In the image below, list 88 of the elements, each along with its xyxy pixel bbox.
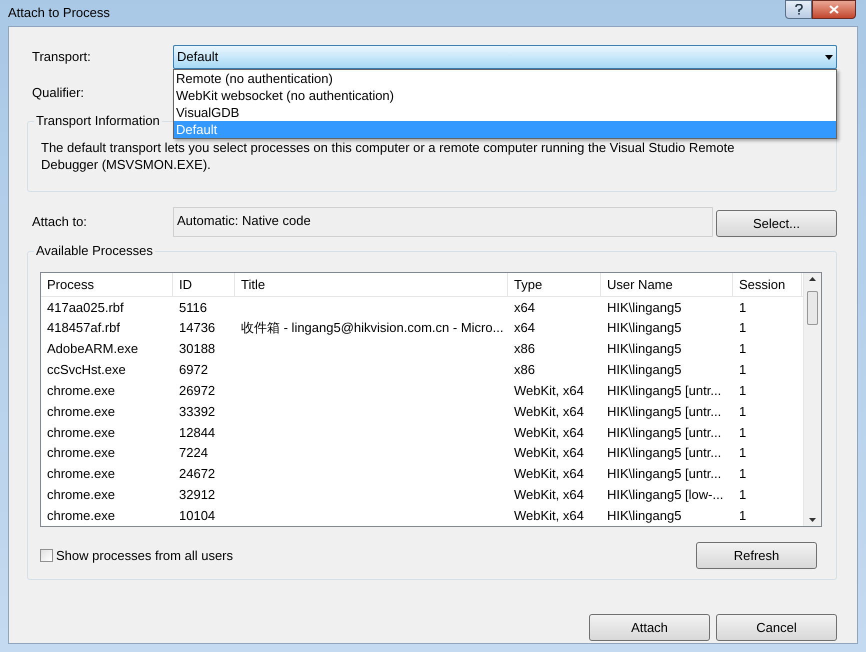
table-cell-text: 1 bbox=[738, 465, 748, 484]
field-label: Qualifier: bbox=[31, 84, 84, 102]
column-header[interactable]: Title bbox=[235, 273, 508, 296]
table-cell-text: chrome.exe bbox=[46, 402, 116, 421]
table-cell-text: HIK\lingang5 [untr... bbox=[606, 465, 722, 484]
dialog-button[interactable]: Attach bbox=[589, 614, 710, 641]
table-cell-text: WebKit, x64 bbox=[513, 465, 585, 484]
table-cell-text: HIK\lingang5 bbox=[606, 340, 682, 358]
table-cell-text: 1 bbox=[738, 402, 748, 421]
table-cell-text: HIK\lingang5 [untr... bbox=[606, 424, 722, 442]
table-cell-text: HIK\lingang5 bbox=[606, 506, 682, 525]
table-cell-text: HIK\lingang5 [untr... bbox=[606, 382, 722, 400]
table-cell-text: chrome.exe bbox=[46, 424, 116, 442]
table-cell-text: 418457af.rbf bbox=[46, 319, 122, 338]
table-cell-text: WebKit, x64 bbox=[513, 424, 585, 442]
caret-icon bbox=[825, 54, 833, 60]
table-cell-text: 1 bbox=[738, 424, 748, 442]
table-cell-text: HIK\lingang5 bbox=[606, 319, 682, 338]
table-cell-text: HIK\lingang5 [low-... bbox=[606, 486, 724, 504]
scroll-thumb[interactable] bbox=[807, 291, 818, 325]
table-cell-text: HIK\lingang5 [untr... bbox=[606, 444, 722, 462]
table-cell-text: 5116 bbox=[178, 298, 208, 317]
dialog-button[interactable]: Refresh bbox=[696, 542, 817, 569]
table-cell-text: 24672 bbox=[178, 465, 216, 484]
transport-dropdown[interactable]: Default bbox=[173, 45, 837, 69]
table-cell-text: WebKit, x64 bbox=[513, 506, 585, 525]
table-cell-text: chrome.exe bbox=[46, 382, 116, 400]
dropdown-option[interactable]: WebKit websocket (no authentication) bbox=[174, 87, 836, 104]
table-cell-text: 1 bbox=[738, 444, 748, 462]
table-cell-text: 417aa025.rbf bbox=[46, 298, 125, 317]
column-header[interactable]: Type bbox=[508, 273, 601, 296]
table-cell-text: chrome.exe bbox=[46, 465, 116, 484]
table-cell-text: 1 bbox=[738, 361, 748, 380]
column-header[interactable]: ID bbox=[173, 273, 235, 296]
table-cell-text: HIK\lingang5 bbox=[606, 298, 682, 317]
checkbox[interactable] bbox=[40, 549, 53, 562]
column-header[interactable]: Process bbox=[41, 273, 173, 296]
table-cell-text: x86 bbox=[513, 340, 536, 358]
attach-to-field: Automatic: Native code bbox=[173, 206, 713, 236]
help-button[interactable] bbox=[785, 0, 812, 19]
table-cell-text: HIK\lingang5 bbox=[606, 361, 682, 380]
scroll-down-icon bbox=[809, 518, 816, 522]
column-header[interactable]: User Name bbox=[601, 273, 733, 296]
close-icon bbox=[829, 5, 839, 14]
table-cell-text: x86 bbox=[513, 361, 536, 380]
transport-description: The default transport lets you select processes on this computer or a remote computer running the Visual Studio Remote Debugger (MSVSMON.EXE). bbox=[41, 139, 736, 173]
table-cell-text: 1 bbox=[738, 382, 748, 400]
scrollbar[interactable] bbox=[803, 273, 821, 526]
help-icon bbox=[794, 4, 802, 15]
table-cell-text: HIK\lingang5 [untr... bbox=[606, 402, 722, 421]
window-title: Attach to Process bbox=[8, 4, 110, 22]
table-cell-text: WebKit, x64 bbox=[513, 486, 585, 504]
table-cell-text: chrome.exe bbox=[46, 486, 116, 504]
table-cell-text: WebKit, x64 bbox=[513, 444, 585, 462]
table-cell-text: 1 bbox=[738, 298, 748, 317]
table-cell-text: ccSvcHst.exe bbox=[46, 361, 127, 380]
field-label: Transport: bbox=[31, 48, 92, 66]
table-cell-text: 10104 bbox=[178, 506, 216, 525]
table-cell-text: 1 bbox=[738, 319, 748, 338]
table-cell-text: 12844 bbox=[178, 424, 216, 442]
table-cell-text: chrome.exe bbox=[46, 444, 116, 462]
table-cell-text: 6972 bbox=[178, 361, 209, 380]
table-cell-text: AdobeARM.exe bbox=[46, 340, 140, 358]
checkbox-label: Show processes from all users bbox=[56, 546, 234, 565]
scroll-up-icon bbox=[809, 277, 816, 281]
table-cell-text: x64 bbox=[513, 298, 536, 317]
table-cell-text: 30188 bbox=[178, 340, 216, 358]
table-cell-text: x64 bbox=[513, 319, 536, 338]
table-cell-text: 1 bbox=[738, 340, 748, 358]
field-label: Attach to: bbox=[31, 212, 88, 231]
table-cell-text: 14736 bbox=[178, 319, 216, 338]
close-button[interactable] bbox=[812, 0, 856, 19]
dropdown-option[interactable]: VisualGDB bbox=[174, 104, 836, 121]
table-cell-text: WebKit, x64 bbox=[513, 402, 585, 421]
table-cell-text: chrome.exe bbox=[46, 506, 116, 525]
table-cell-text: 26972 bbox=[178, 382, 216, 400]
dropdown-option[interactable]: Remote (no authentication) bbox=[174, 70, 836, 87]
table-cell-text: 收件箱 - lingang5@hikvision.com.cn - Micro... bbox=[240, 319, 504, 338]
table-cell-text: 33392 bbox=[178, 402, 216, 421]
table-cell-text: 1 bbox=[738, 506, 748, 525]
dialog-button[interactable]: Select... bbox=[716, 210, 837, 237]
table-cell-text: 7224 bbox=[178, 444, 209, 462]
dialog-button[interactable]: Cancel bbox=[716, 614, 837, 641]
column-header[interactable]: Session bbox=[733, 273, 802, 296]
table-cell-text: WebKit, x64 bbox=[513, 382, 585, 400]
table-cell-text: 1 bbox=[738, 486, 748, 504]
table-cell-text: 32912 bbox=[178, 486, 216, 504]
group-title: Transport Information bbox=[34, 113, 162, 129]
